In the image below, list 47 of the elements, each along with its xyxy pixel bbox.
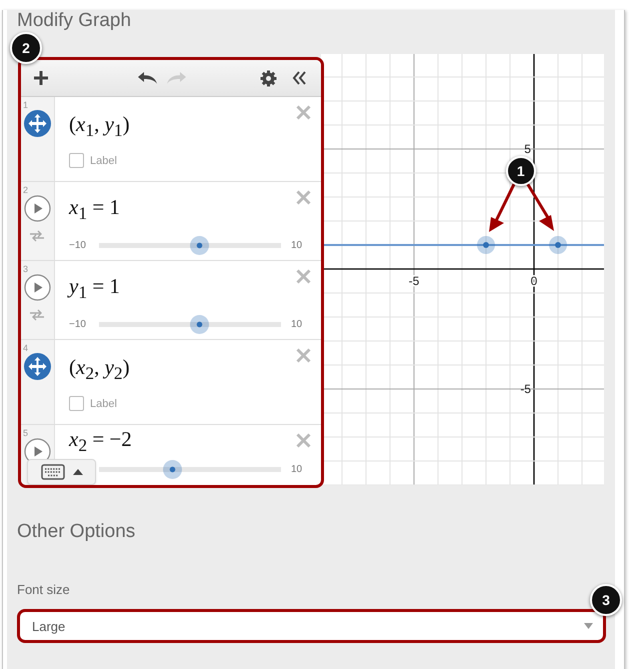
axis-tick-label: 5 [524, 142, 531, 156]
caret-icon [72, 469, 82, 475]
expression-number: 1 [23, 100, 28, 110]
checkbox-label: Label [90, 398, 117, 410]
slider-max: 10 [291, 319, 304, 330]
section-title: Other Options [17, 521, 136, 544]
slider-max: 10 [291, 464, 304, 476]
axis-tick-label: -5 [408, 274, 420, 288]
callout-badge: 3 [590, 584, 622, 616]
label-checkbox[interactable] [69, 396, 84, 412]
slider-thumb[interactable] [162, 460, 182, 480]
keyboard-button[interactable] [27, 459, 96, 485]
checkbox-label: Label [90, 154, 117, 167]
slider-min: −10 [69, 319, 87, 330]
slider-thumb[interactable] [190, 236, 210, 256]
undo-icon[interactable] [136, 71, 158, 85]
callout-badge: 2 [10, 32, 42, 64]
math-expression[interactable]: y$_{1}$ = 1 [69, 274, 120, 298]
play-icon[interactable] [24, 274, 51, 301]
section-title: Modify Graph [17, 10, 132, 32]
collapse-icon[interactable] [291, 70, 307, 86]
slider-thumb[interactable] [190, 315, 210, 334]
slider-min: −10 [69, 240, 87, 252]
math-expression[interactable]: x$_{1}$ = 1 [69, 195, 120, 219]
math-expression[interactable]: x$_{2}$ = −2 [69, 427, 132, 451]
settings-icon[interactable] [260, 70, 277, 86]
graph-point[interactable] [549, 236, 567, 254]
field-label: Font size [17, 582, 71, 597]
slider-max: 10 [291, 240, 304, 252]
callout-arrow [489, 182, 516, 232]
expression-number: 5 [23, 428, 28, 438]
callout-arrow [526, 182, 554, 231]
move-icon[interactable] [24, 110, 51, 137]
graph-point[interactable] [477, 236, 495, 254]
label-checkbox[interactable] [69, 153, 84, 168]
add-icon[interactable] [33, 70, 49, 86]
expression-number: 3 [23, 264, 28, 274]
play-icon[interactable] [24, 195, 51, 222]
expression-number: 2 [23, 185, 28, 195]
font-size-select[interactable]: Large [17, 609, 606, 643]
math-expression[interactable]: (x$_{2}$, y$_{2}$) [69, 355, 130, 384]
move-icon[interactable] [24, 353, 51, 380]
axis-tick-label: -5 [520, 382, 531, 396]
expression-number: 4 [23, 343, 28, 353]
math-expression[interactable]: (x$_{1}$, y$_{1}$) [69, 112, 130, 142]
keyboard-icon [40, 464, 64, 480]
dropdown-caret-icon [584, 623, 593, 629]
